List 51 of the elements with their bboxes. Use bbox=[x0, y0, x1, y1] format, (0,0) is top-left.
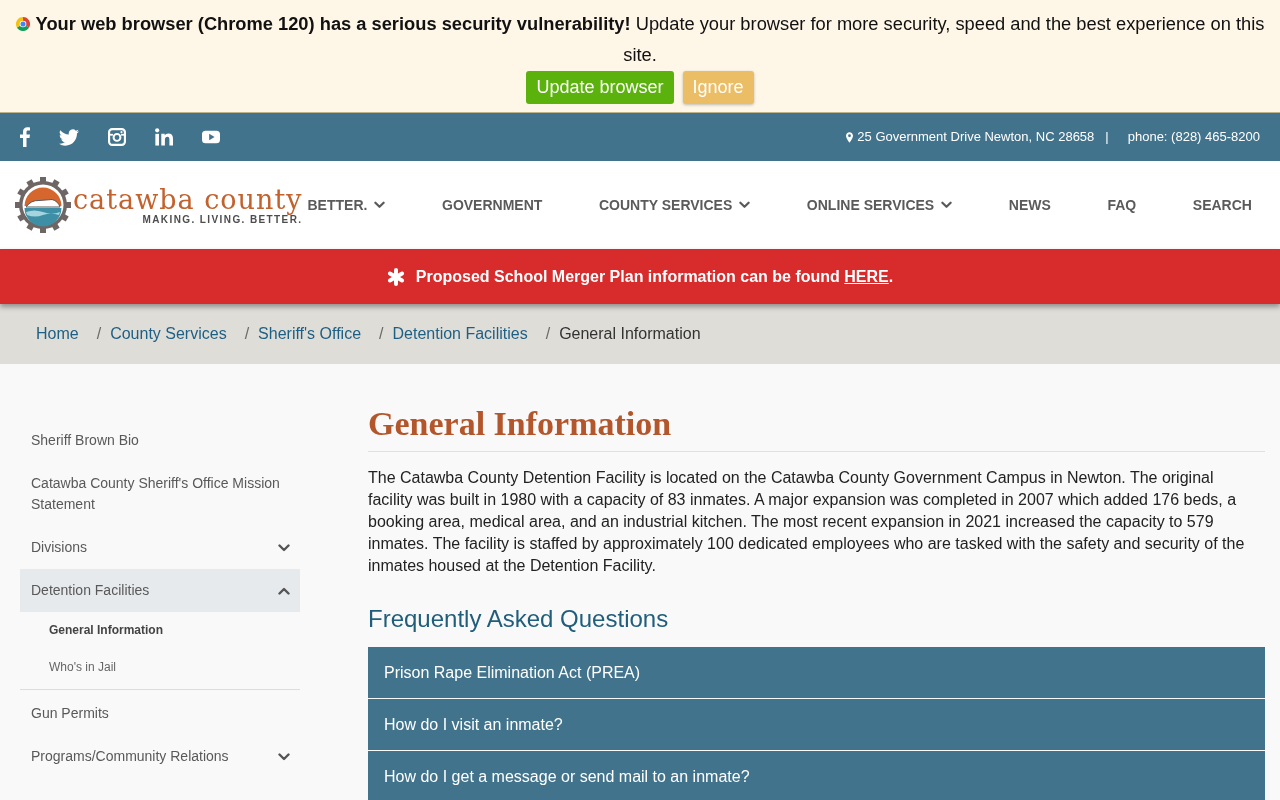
chevron-down-icon bbox=[374, 201, 386, 209]
address-text: 25 Government Drive Newton, NC 28658 bbox=[857, 128, 1095, 147]
nav-link[interactable]: ONLINE SERVICES bbox=[806, 194, 953, 216]
nav-link[interactable]: GOVERNMENT bbox=[442, 194, 543, 216]
breadcrumb-separator: / bbox=[244, 324, 250, 344]
sidebar-sublink[interactable]: General Information bbox=[20, 612, 300, 649]
body-paragraph: The Catawba County Detention Facility is located on the Catawba County Government Campus in Newton. The original facility was built in 1980 with a capacity of 83 inmates. A major expansion was completed in 2007 which added 176 beds, a booking area, medical area, and an industrial kitchen. The most recent expansion in 2021 increased the capacity to 579 inmates. The facility is staffed by approximately 100 dedicated employees who are tasked with the safety and security of the inmates housed at the Detention Facility. bbox=[368, 468, 1246, 576]
asterisk-icon bbox=[386, 267, 405, 286]
sidebar-link[interactable]: Catawba County Sheriff's Office Mission Statement bbox=[20, 462, 300, 526]
chevron-up-icon bbox=[278, 586, 290, 595]
sidebar-link[interactable]: Gun Permits bbox=[20, 692, 300, 735]
logo-name: catawba county bbox=[73, 184, 303, 214]
page-title: General Information bbox=[368, 404, 1265, 452]
update-message: Your web browser (Chrome 120) has a serious security vulnerability! Update your browser for more security, speed and the best experience on this site. bbox=[35, 13, 1265, 65]
breadcrumb-separator: / bbox=[96, 324, 102, 344]
alert-message: Proposed School Merger Plan information can be found HERE. bbox=[415, 266, 894, 287]
sidebar-sublink[interactable]: Who's in Jail bbox=[20, 649, 300, 686]
breadcrumb-link[interactable]: County Services bbox=[110, 322, 227, 346]
nav-link[interactable]: FAQ bbox=[1107, 194, 1137, 216]
breadcrumb-current: General Information bbox=[559, 324, 701, 344]
browser-icon bbox=[15, 17, 30, 31]
twitter-icon[interactable] bbox=[59, 128, 79, 146]
breadcrumb-separator: / bbox=[545, 324, 551, 344]
chevron-down-icon bbox=[278, 543, 290, 552]
sidebar-link[interactable]: Divisions bbox=[20, 526, 300, 569]
breadcrumb-link[interactable]: Home bbox=[36, 322, 79, 346]
here-link[interactable]: HERE bbox=[844, 267, 889, 285]
sidebar-link[interactable]: Detention Facilities bbox=[20, 569, 300, 612]
logo-emblem-icon bbox=[15, 177, 71, 233]
faq-heading: Frequently Asked Questions bbox=[368, 604, 670, 634]
faq-question[interactable]: Prison Rape Elimination Act (PREA) bbox=[368, 647, 1265, 698]
chevron-down-icon bbox=[739, 201, 751, 209]
chevron-down-icon bbox=[278, 752, 290, 761]
faq-question[interactable]: How do I get a message or send mail to an inmate? bbox=[368, 751, 1265, 800]
breadcrumb-link[interactable]: Detention Facilities bbox=[392, 322, 528, 346]
phone-text: phone: (828) 465-8200 bbox=[1127, 128, 1260, 147]
nav-link[interactable]: SEARCH bbox=[1192, 194, 1252, 216]
nav-link[interactable]: NEWS bbox=[1008, 194, 1051, 216]
sidebar-link[interactable]: Sheriff Brown Bio bbox=[20, 419, 300, 462]
location-pin-icon bbox=[846, 131, 854, 143]
nav-link[interactable]: COUNTY SERVICES bbox=[598, 194, 751, 216]
chevron-down-icon bbox=[941, 201, 953, 209]
breadcrumb-link[interactable]: Sheriff's Office bbox=[258, 322, 362, 346]
faq-question[interactable]: How do I visit an inmate? bbox=[368, 699, 1265, 750]
nav-link[interactable]: BETTER. bbox=[307, 194, 386, 216]
sidebar-link[interactable]: Programs/Community Relations bbox=[20, 735, 300, 778]
facebook-icon[interactable] bbox=[20, 127, 30, 147]
instagram-icon[interactable] bbox=[108, 128, 126, 146]
breadcrumb-separator: / bbox=[379, 324, 384, 344]
separator: | bbox=[1105, 128, 1109, 147]
linkedin-icon[interactable] bbox=[155, 128, 173, 146]
